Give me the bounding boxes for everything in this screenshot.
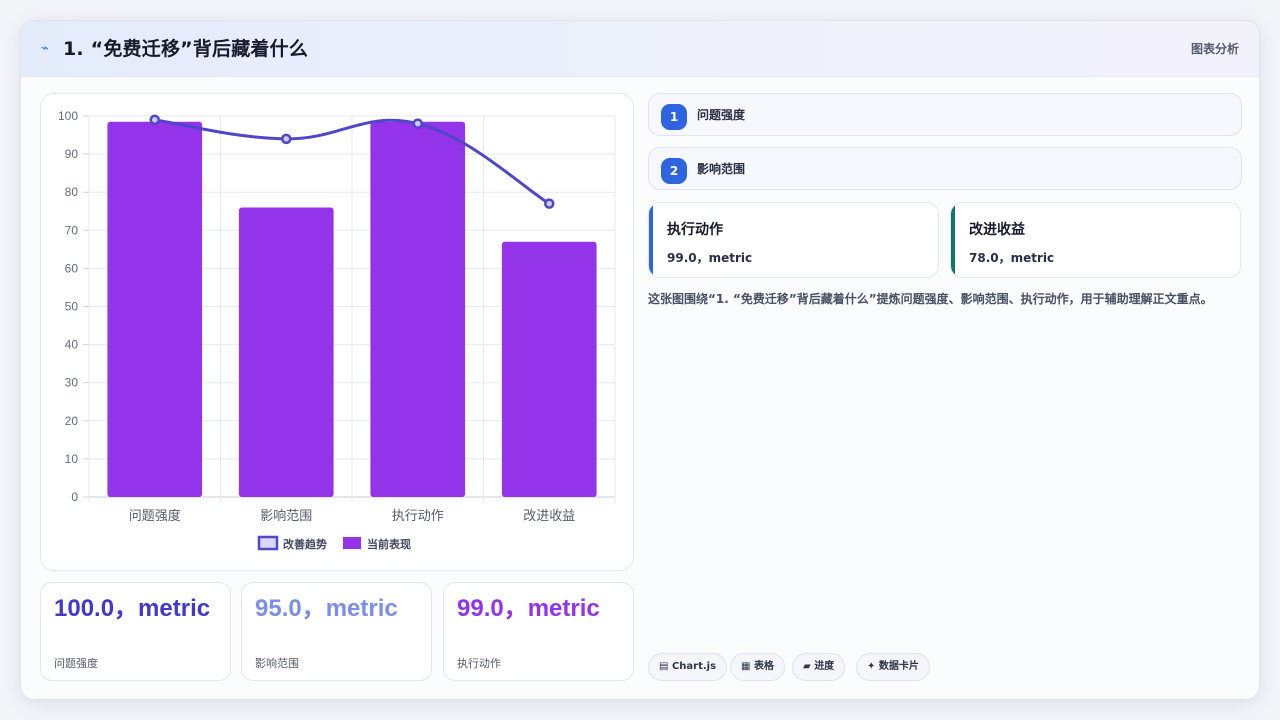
table-icon: ▦ [741, 661, 751, 672]
stat-card-impact: 95.0，metric 影响范围 [241, 582, 432, 681]
legend-label: 当前表现 [367, 537, 411, 551]
point-number: 2 [661, 158, 687, 184]
point-label: 问题强度 [697, 108, 746, 122]
stat-card-action: 99.0，metric 执行动作 [443, 582, 634, 681]
chip-label: Chart.js [671, 661, 717, 672]
chip-data-cards[interactable]: ✦ 数据卡片 [856, 653, 930, 681]
chip-label: 数据卡片 [878, 661, 919, 672]
legend-swatch-bar [343, 537, 361, 549]
legend-label: 改善趋势 [283, 537, 327, 551]
y-tick-label: 30 [65, 376, 79, 390]
y-tick-label: 100 [58, 109, 78, 123]
stat-value: 100.0，metric [54, 595, 211, 622]
stat-value: 99.0，metric [457, 595, 600, 622]
info-title: 执行动作 [667, 222, 723, 238]
x-category-label: 改进收益 [523, 509, 575, 524]
trend-point [412, 118, 423, 129]
x-category-label: 问题强度 [129, 508, 181, 524]
chip-label: 进度 [814, 661, 835, 672]
chart-card: ⌁ 1. “免费迁移”背后藏着什么 图表分析 0 10 20 30 40 50 60 70 80… [20, 20, 1260, 700]
bar [107, 121, 203, 497]
stat-label: 影响范围 [255, 657, 299, 670]
chart-icon: ▤ [659, 661, 669, 672]
x-category-label: 影响范围 [260, 508, 312, 524]
info-card-benefit: 改进收益 78.0，metric [950, 202, 1241, 278]
card-header: ⌁ 1. “免费迁移”背后藏着什么 图表分析 [21, 21, 1259, 77]
y-tick-label: 0 [71, 490, 78, 504]
legend-swatch-line [257, 535, 279, 551]
chip-progress[interactable]: ▰ 进度 [792, 653, 846, 681]
chart-description: 这张图围绕“1. “免费迁移”背后藏着什么”提炼问题强度、影响范围、执行动作，用… [648, 292, 1213, 306]
point-number: 1 [661, 104, 687, 130]
y-tick-label: 70 [65, 223, 79, 237]
point-label: 影响范围 [697, 162, 746, 176]
x-category-label: 执行动作 [392, 509, 444, 524]
chart-panel: 0 10 20 30 40 50 60 70 80 90 100 问题强度 影响范围 执行动作 改进收益 改… [40, 93, 634, 571]
bar-line-chart: 0 10 20 30 40 50 60 70 80 90 100 问题强度 影响范围 执行动作 改进收益 改… [58, 109, 616, 551]
y-tick-label: 60 [65, 261, 79, 275]
chip-table[interactable]: ▦ 表格 [730, 653, 785, 681]
y-tick-label: 50 [65, 300, 79, 314]
info-title: 改进收益 [969, 222, 1025, 238]
y-tick-label: 20 [65, 414, 79, 428]
y-tick-label: 90 [65, 147, 79, 161]
info-value: 78.0，metric [969, 251, 1055, 265]
trend-point [281, 133, 292, 145]
chip-chartjs[interactable]: ▤ Chart.js [648, 653, 728, 681]
chip-label: 表格 [753, 661, 774, 672]
trend-point [149, 114, 160, 126]
bar [238, 207, 334, 497]
sparkle-icon: ✦ [867, 661, 876, 672]
accent-bar [951, 203, 955, 277]
bar [501, 241, 597, 497]
point-item-1[interactable]: 1 问题强度 [648, 93, 1242, 136]
page-title: 1. “免费迁移”背后藏着什么 [63, 38, 309, 60]
point-item-2[interactable]: 2 影响范围 [648, 147, 1242, 190]
y-tick-label: 40 [65, 338, 79, 352]
bar [370, 121, 466, 497]
y-tick-label: 80 [65, 185, 79, 199]
accent-bar [649, 203, 653, 277]
stat-card-problem: 100.0，metric 问题强度 [40, 582, 231, 681]
stat-label: 执行动作 [457, 657, 501, 670]
stat-label: 问题强度 [54, 657, 98, 670]
info-value: 99.0，metric [667, 251, 753, 265]
progress-icon: ▰ [803, 661, 811, 672]
stat-value: 95.0，metric [255, 595, 398, 622]
info-card-action: 执行动作 99.0，metric [648, 202, 939, 278]
trend-line-icon: ⌁ [41, 41, 49, 56]
y-tick-label: 10 [65, 452, 79, 466]
trend-point [544, 198, 555, 209]
chart-analysis-label: 图表分析 [1190, 42, 1239, 56]
